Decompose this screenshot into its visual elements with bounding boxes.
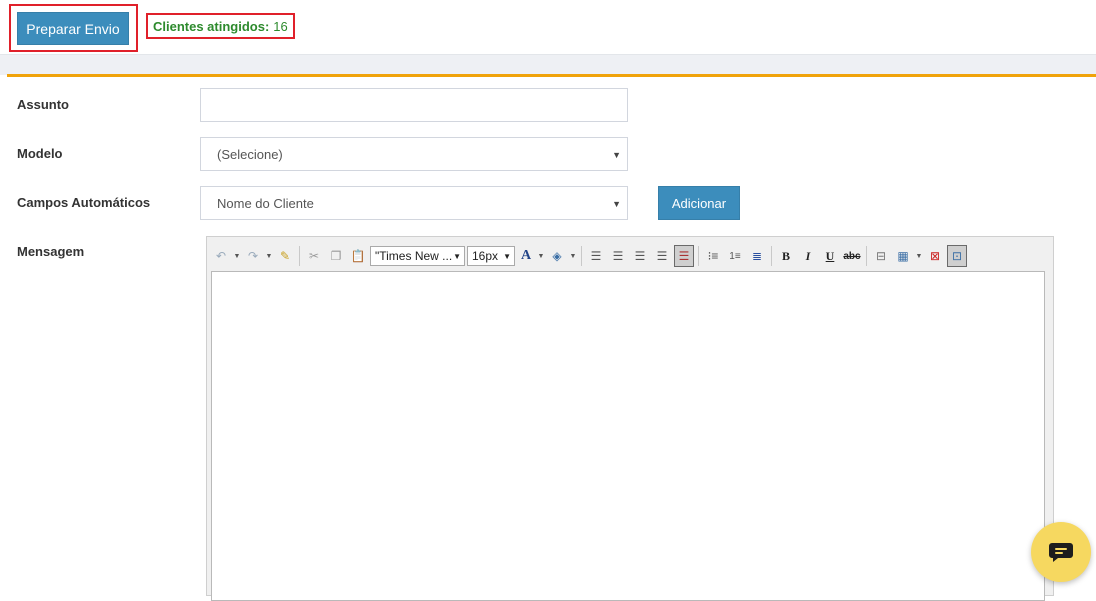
strikethrough-button[interactable]: abc bbox=[842, 245, 862, 267]
caret-down-icon: ▼ bbox=[503, 252, 511, 261]
font-family-value: "Times New ... bbox=[375, 249, 453, 263]
chat-widget-button[interactable] bbox=[1031, 522, 1091, 582]
source-code-icon[interactable]: ⊡ bbox=[947, 245, 967, 267]
subject-label: Assunto bbox=[17, 97, 69, 112]
paste-icon[interactable]: 📋 bbox=[348, 245, 368, 267]
redo-icon[interactable]: ↷ bbox=[243, 245, 263, 267]
undo-icon[interactable]: ↶ bbox=[211, 245, 231, 267]
clients-reached: Clientes atingidos: 16 bbox=[146, 13, 295, 39]
rtl-icon[interactable]: ☰ bbox=[674, 245, 694, 267]
caret-down-icon: ▼ bbox=[612, 150, 621, 160]
template-select-value: (Selecione) bbox=[217, 146, 283, 162]
table-dropdown-icon[interactable]: ▼ bbox=[915, 245, 923, 267]
editor-content-area[interactable] bbox=[211, 271, 1045, 601]
auto-fields-label: Campos Automáticos bbox=[17, 195, 151, 210]
caret-down-icon: ▼ bbox=[453, 252, 461, 261]
subject-input[interactable] bbox=[200, 88, 628, 122]
message-label: Mensagem bbox=[17, 244, 85, 259]
font-size-select[interactable]: 16px ▼ bbox=[467, 246, 515, 266]
blockquote-icon[interactable]: ≣ bbox=[747, 245, 767, 267]
template-select[interactable]: (Selecione) ▼ bbox=[200, 137, 628, 171]
add-field-button[interactable]: Adicionar bbox=[658, 186, 740, 220]
font-size-value: 16px bbox=[472, 249, 499, 263]
font-color-dropdown-icon[interactable]: ▼ bbox=[537, 245, 545, 267]
editor-toolbar: ↶ ▼ ↷ ▼ ✎ ✂ ❐ 📋 "Times New ... ▼ 16px ▼ … bbox=[211, 243, 969, 269]
numbered-list-icon[interactable]: 1≡ bbox=[725, 245, 745, 267]
template-label: Modelo bbox=[17, 146, 63, 161]
auto-fields-select[interactable]: Nome do Cliente ▼ bbox=[200, 186, 628, 220]
italic-button[interactable]: I bbox=[798, 245, 818, 267]
undo-dropdown-icon[interactable]: ▼ bbox=[233, 245, 241, 267]
separator bbox=[771, 246, 772, 266]
highlight-dropdown-icon[interactable]: ▼ bbox=[569, 245, 577, 267]
clients-reached-label: Clientes atingidos: bbox=[153, 18, 270, 34]
top-bar: Preparar Envio Clientes atingidos: 16 bbox=[0, 0, 1096, 55]
clients-reached-value: 16 bbox=[273, 18, 288, 34]
separator bbox=[866, 246, 867, 266]
caret-down-icon: ▼ bbox=[612, 199, 621, 209]
redo-dropdown-icon[interactable]: ▼ bbox=[265, 245, 273, 267]
font-color-icon[interactable]: A bbox=[517, 245, 535, 267]
underline-button[interactable]: U bbox=[820, 245, 840, 267]
align-left-icon[interactable]: ☰ bbox=[586, 245, 606, 267]
separator bbox=[581, 246, 582, 266]
align-justify-icon[interactable]: ☰ bbox=[652, 245, 672, 267]
separator bbox=[698, 246, 699, 266]
font-family-select[interactable]: "Times New ... ▼ bbox=[370, 246, 465, 266]
prepare-send-button[interactable]: Preparar Envio bbox=[17, 12, 129, 45]
separator bbox=[299, 246, 300, 266]
bullet-list-icon[interactable]: ⁝≡ bbox=[703, 245, 723, 267]
copy-icon[interactable]: ❐ bbox=[326, 245, 346, 267]
highlight-color-icon[interactable]: ◈ bbox=[547, 245, 567, 267]
cut-icon[interactable]: ✂ bbox=[304, 245, 324, 267]
bold-button[interactable]: B bbox=[776, 245, 796, 267]
table-icon[interactable]: ▦ bbox=[893, 245, 913, 267]
clear-format-icon[interactable]: ✎ bbox=[275, 245, 295, 267]
content-background bbox=[0, 55, 1096, 75]
rich-text-editor: ↶ ▼ ↷ ▼ ✎ ✂ ❐ 📋 "Times New ... ▼ 16px ▼ … bbox=[206, 236, 1054, 601]
horizontal-rule-icon[interactable]: ⊟ bbox=[871, 245, 891, 267]
auto-fields-select-value: Nome do Cliente bbox=[217, 195, 314, 211]
align-center-icon[interactable]: ☰ bbox=[608, 245, 628, 267]
chat-icon bbox=[1049, 543, 1073, 562]
align-right-icon[interactable]: ☰ bbox=[630, 245, 650, 267]
remove-format-icon[interactable]: ⊠ bbox=[925, 245, 945, 267]
